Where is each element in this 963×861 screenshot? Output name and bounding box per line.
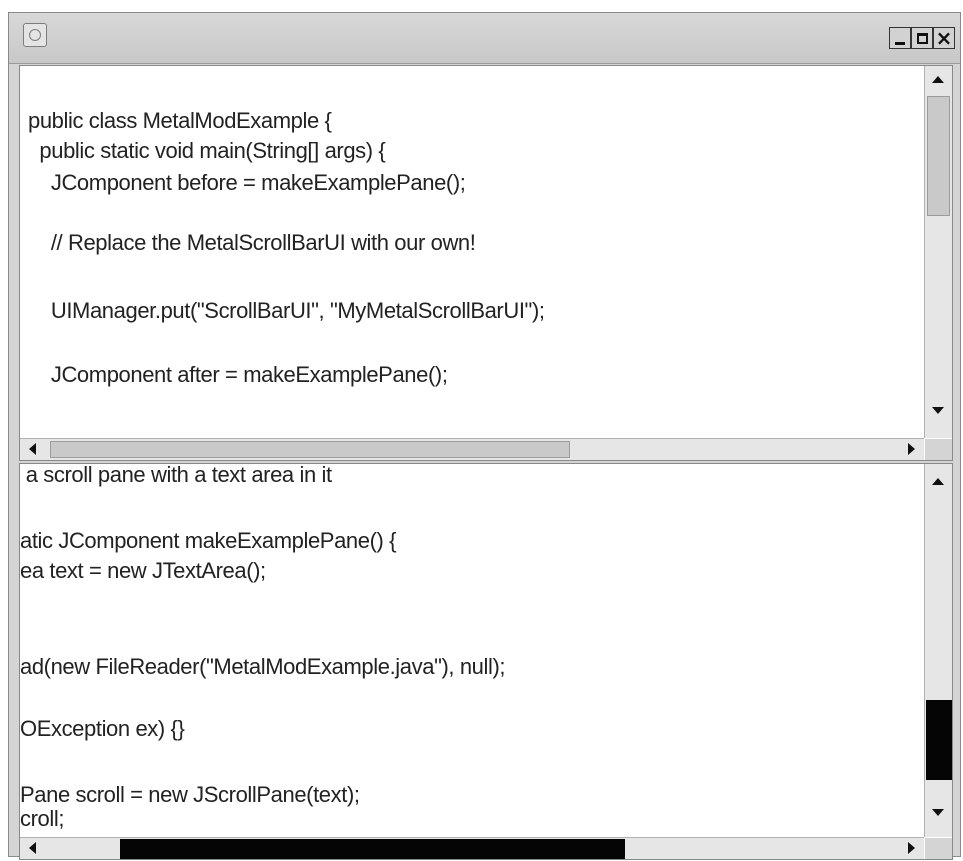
code-line: UIManager.put("ScrollBarUI", "MyMetalScr…	[28, 298, 545, 323]
top-vertical-scrollbar[interactable]	[924, 66, 952, 438]
minimize-icon	[895, 41, 905, 45]
close-button[interactable]: ×	[933, 27, 955, 49]
code-line: // Replace the MetalScrollBarUI with our…	[28, 230, 476, 255]
code-line: public class MetalModExample {	[28, 108, 332, 133]
scroll-up-arrow-icon[interactable]	[932, 478, 944, 485]
top-horizontal-scrollbar[interactable]	[20, 438, 924, 460]
bottom-text-area[interactable]: a scroll pane with a text area in it ati…	[20, 464, 924, 837]
bottom-horizontal-thumb[interactable]	[120, 839, 625, 859]
title-bar[interactable]: ×	[9, 13, 960, 64]
scroll-up-arrow-icon[interactable]	[932, 76, 944, 83]
code-line: JComponent before = makeExamplePane();	[28, 170, 466, 195]
scroll-down-arrow-icon[interactable]	[932, 809, 944, 816]
maximize-icon	[916, 32, 928, 44]
maximize-button[interactable]	[911, 27, 933, 49]
scroll-right-arrow-icon[interactable]	[908, 842, 915, 854]
top-horizontal-thumb[interactable]	[50, 441, 570, 458]
code-line: public static void main(String[] args) {	[28, 138, 386, 163]
scroll-right-arrow-icon[interactable]	[908, 443, 915, 455]
top-vertical-thumb[interactable]	[927, 96, 950, 216]
bottom-horizontal-scrollbar[interactable]	[20, 837, 924, 859]
minimize-button[interactable]	[889, 27, 911, 49]
scroll-left-arrow-icon[interactable]	[29, 443, 36, 455]
top-text-area[interactable]: public class MetalModExample { public st…	[20, 66, 924, 438]
code-line: atic JComponent makeExamplePane() {	[20, 528, 397, 553]
app-window: × public class MetalModExample { public …	[8, 12, 961, 860]
code-line: croll;	[20, 806, 65, 831]
scroll-left-arrow-icon[interactable]	[29, 842, 36, 854]
bottom-vertical-scrollbar[interactable]	[924, 464, 952, 837]
bottom-scroll-pane: a scroll pane with a text area in it ati…	[19, 463, 953, 860]
code-line: Pane scroll = new JScrollPane(text);	[20, 782, 360, 807]
bottom-vertical-thumb[interactable]	[926, 700, 952, 780]
code-line: ad(new FileReader("MetalModExample.java"…	[20, 654, 506, 679]
scroll-down-arrow-icon[interactable]	[932, 407, 944, 414]
code-line: a scroll pane with a text area in it	[20, 464, 332, 487]
code-line: OException ex) {}	[20, 716, 185, 741]
window-icon[interactable]	[23, 23, 47, 47]
scroll-corner	[925, 838, 952, 859]
scroll-corner	[925, 439, 952, 460]
top-scroll-pane: public class MetalModExample { public st…	[19, 65, 953, 461]
code-line: ea text = new JTextArea();	[20, 558, 266, 583]
code-line: JComponent after = makeExamplePane();	[28, 362, 448, 387]
